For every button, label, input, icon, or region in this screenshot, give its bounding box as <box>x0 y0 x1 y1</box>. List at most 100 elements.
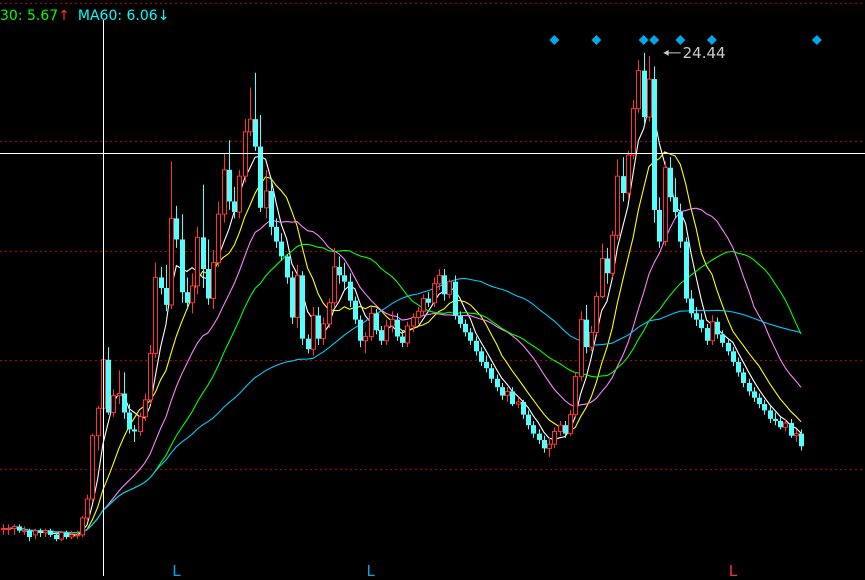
candle <box>216 201 221 267</box>
candle-body <box>579 319 584 378</box>
signal-label: L <box>172 562 181 576</box>
candle-body <box>332 266 337 304</box>
candle-body <box>75 534 80 537</box>
candle-body <box>353 300 358 320</box>
candle-body <box>794 433 799 437</box>
candle-body <box>395 319 400 337</box>
candlestick-chart-svg[interactable]: L L L 24.44 <box>0 0 865 580</box>
chart-labels: 24.44 <box>663 44 726 62</box>
candle-body <box>652 79 657 210</box>
candle-body <box>264 190 269 209</box>
candle <box>353 296 358 324</box>
candle <box>379 325 384 345</box>
candle-body <box>705 328 710 341</box>
max-price-label: 24.44 <box>683 44 726 62</box>
candle-body <box>22 530 27 533</box>
candle <box>636 60 641 113</box>
candle-body <box>138 416 143 432</box>
candle-body <box>783 422 788 428</box>
candle-body <box>563 425 568 434</box>
candle <box>405 321 410 348</box>
candles <box>1 52 804 542</box>
candle-body <box>164 288 169 305</box>
candle-body <box>621 176 626 194</box>
candle-body <box>442 275 447 295</box>
candle <box>153 262 158 358</box>
candle <box>321 317 326 345</box>
candle <box>342 262 347 291</box>
candle-body <box>573 376 578 416</box>
candle-body <box>363 336 368 342</box>
candle-body <box>495 378 500 388</box>
candle <box>747 378 752 396</box>
candle <box>363 332 368 354</box>
candle-body <box>699 319 704 329</box>
candle <box>537 429 542 445</box>
ma60-trend-arrow-icon: ↓ <box>157 8 170 24</box>
candle-body <box>610 234 615 274</box>
candle <box>290 271 295 324</box>
candle-body <box>689 298 694 314</box>
candle-body <box>684 241 689 299</box>
candle <box>90 433 95 502</box>
candle-body <box>768 410 773 419</box>
candle <box>421 294 426 316</box>
candle <box>500 382 505 400</box>
candle-body <box>185 292 190 303</box>
candle <box>778 416 783 430</box>
candle <box>222 152 227 223</box>
candle <box>589 325 594 352</box>
candle <box>159 266 164 295</box>
candle-body <box>668 167 673 198</box>
candle-body <box>463 323 468 333</box>
candle <box>547 437 552 457</box>
candle <box>752 387 757 402</box>
candle-body <box>799 433 804 447</box>
diamond-marker-icon <box>638 35 649 45</box>
diamond-marker-icon <box>811 35 822 45</box>
candle-body <box>600 257 605 297</box>
candle-body <box>211 262 216 300</box>
candle <box>762 399 767 415</box>
candle-body <box>216 213 221 264</box>
candle <box>111 389 116 417</box>
candle <box>484 355 489 373</box>
candle-body <box>468 332 473 341</box>
candle <box>80 515 85 538</box>
candle-body <box>180 239 185 293</box>
candle-body <box>778 420 783 428</box>
candle <box>610 231 615 278</box>
candle-body <box>589 331 594 348</box>
candle-body <box>59 532 64 540</box>
candle <box>542 435 547 453</box>
candle <box>621 157 626 202</box>
candle <box>243 119 248 183</box>
kline-chart[interactable]: L L L 24.44 30: 5.67↑ MA60: 6.06↓ <box>0 0 865 580</box>
candle-body <box>369 312 374 338</box>
candle <box>657 197 662 248</box>
candle-body <box>516 401 521 405</box>
candle <box>757 393 762 409</box>
candle <box>705 323 710 345</box>
candle-body <box>479 351 484 362</box>
candle-body <box>148 352 153 401</box>
candle <box>253 72 258 151</box>
candle <box>647 55 652 122</box>
candle-body <box>678 212 683 242</box>
candle <box>558 420 563 436</box>
candle-body <box>174 218 179 240</box>
candle <box>631 100 636 160</box>
candle-body <box>33 530 38 536</box>
candle <box>505 387 510 402</box>
candle-body <box>300 275 305 339</box>
candle-body <box>379 330 384 341</box>
candle <box>552 427 557 449</box>
diamond-marker-icon <box>591 35 602 45</box>
candle <box>453 275 458 320</box>
candle <box>274 218 279 248</box>
candle <box>211 250 216 310</box>
candle-body <box>558 424 563 432</box>
candle-body <box>43 530 48 534</box>
candle <box>248 87 253 137</box>
candle-body <box>54 534 59 540</box>
